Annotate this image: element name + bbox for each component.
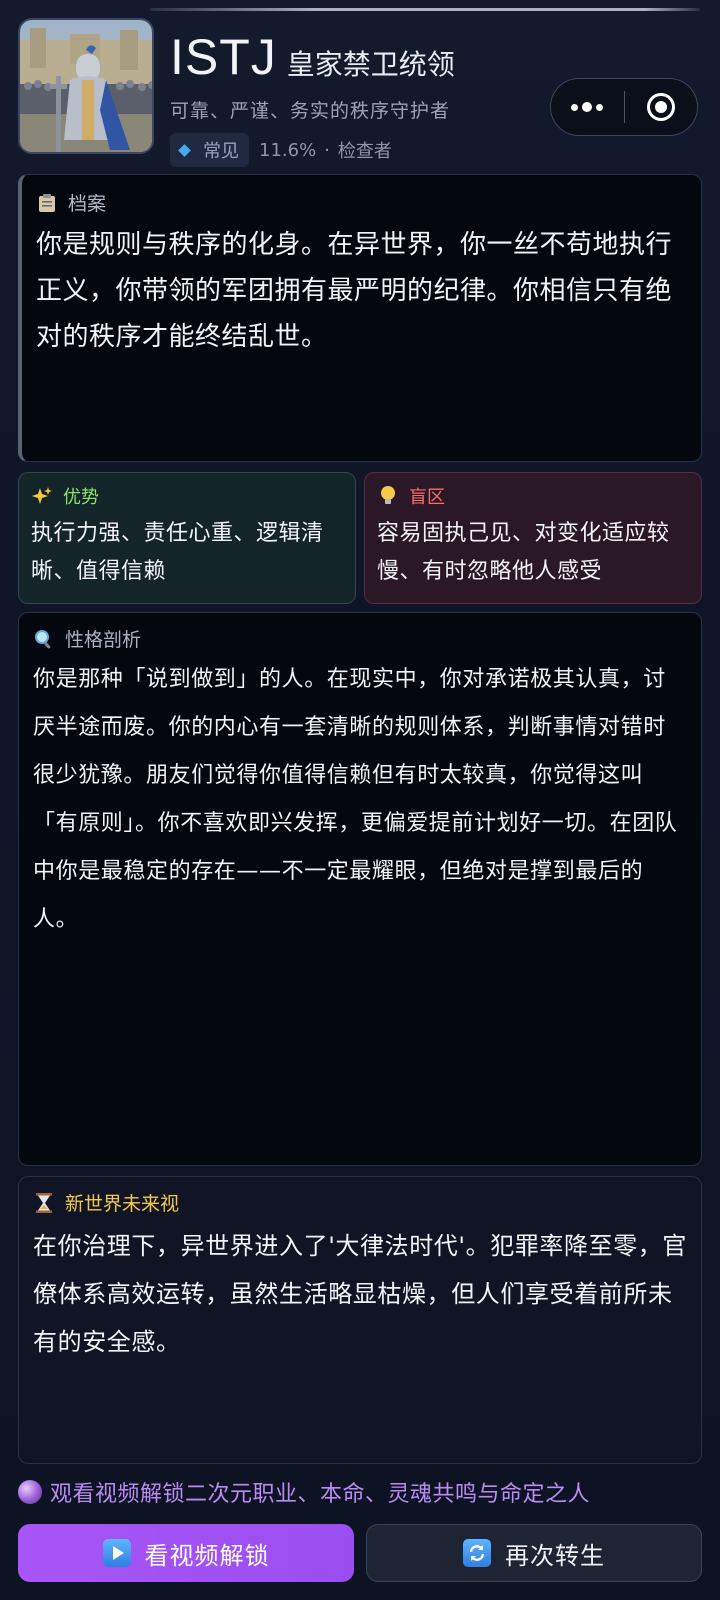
target-icon: [646, 93, 675, 121]
analysis-header: 性格剖析: [33, 625, 687, 652]
type-name: 检查者: [337, 141, 392, 162]
close-button[interactable]: [625, 79, 698, 135]
hourglass-icon: [33, 1192, 55, 1214]
analysis-card: 性格剖析 你是那种「说到做到」的人。在现实中，你对承诺极其认真，讨厌半途而废。你…: [18, 612, 702, 1166]
future-header: 新世界未来视: [33, 1189, 687, 1216]
more-dots-icon: [571, 102, 604, 112]
lightbulb-icon: [377, 485, 399, 507]
archive-title: 档案: [68, 193, 107, 215]
mini-program-capsule: [550, 78, 698, 136]
archive-text: 你是规则与秩序的化身。在异世界，你一丝不苟地执行正义，你带领的军团拥有最严明的纪…: [36, 230, 673, 352]
more-button[interactable]: [551, 79, 624, 135]
diamond-icon: [178, 143, 191, 157]
refresh-icon: [463, 1539, 491, 1567]
crystal-ball-icon: [18, 1480, 42, 1504]
future-text: 在你治理下，异世界进入了'大律法时代'。犯罪率降至零，官僚体系高效运转，虽然生活…: [33, 1232, 687, 1356]
play-icon: [102, 1539, 131, 1567]
watch-video-unlock-button[interactable]: 看视频解锁: [18, 1524, 354, 1582]
strengths-card: 优势 执行力强、责任心重、逻辑清晰、值得信赖: [18, 472, 356, 604]
strengths-title: 优势: [63, 487, 99, 508]
role-title: 皇家禁卫统领: [286, 48, 455, 81]
analysis-title: 性格剖析: [65, 629, 142, 651]
separator-dot: ·: [324, 139, 330, 161]
knight-portrait-image: [20, 20, 152, 152]
archive-header: 档案: [36, 189, 685, 216]
rebirth-label: 再次转生: [505, 1541, 605, 1570]
strengths-header: 优势: [31, 483, 343, 509]
sparkles-icon: [31, 485, 53, 507]
title-row: ISTJ 皇家禁卫统领: [170, 28, 455, 86]
blindspots-title: 盲区: [409, 487, 445, 508]
unlock-hint-text: 观看视频解锁二次元职业、本命、灵魂共鸣与命定之人: [50, 1482, 591, 1507]
blindspots-header: 盲区: [377, 483, 689, 509]
rebirth-button[interactable]: 再次转生: [366, 1524, 702, 1582]
future-card: 新世界未来视 在你治理下，异世界进入了'大律法时代'。犯罪率降至零，官僚体系高效…: [18, 1176, 702, 1464]
subtitle: 可靠、严谨、务实的秩序守护者: [170, 100, 451, 122]
archive-card: 档案 你是规则与秩序的化身。在异世界，你一丝不苟地执行正义，你带领的军团拥有最严…: [18, 174, 702, 462]
future-title: 新世界未来视: [65, 1193, 180, 1215]
blindspots-text: 容易固执己见、对变化适应较慢、有时忽略他人感受: [377, 521, 670, 584]
clipboard-icon: [36, 192, 58, 214]
analysis-text: 你是那种「说到做到」的人。在现实中，你对承诺极其认真，讨厌半途而废。你的内心有一…: [33, 667, 678, 932]
rarity-label: 常见: [203, 141, 239, 162]
rarity-percent: 11.6%: [259, 139, 317, 161]
rarity-row: 常见 11.6% · 检查者: [170, 133, 392, 167]
watch-video-label: 看视频解锁: [144, 1541, 270, 1570]
mbti-type: ISTJ: [170, 29, 277, 85]
blindspots-card: 盲区 容易固执己见、对变化适应较慢、有时忽略他人感受: [364, 472, 702, 604]
avatar: [18, 18, 154, 154]
rarity-badge: 常见: [170, 133, 249, 167]
result-page: ISTJ 皇家禁卫统领 可靠、严谨、务实的秩序守护者 常见 11.6% · 检查…: [0, 0, 720, 1600]
top-divider: [150, 8, 700, 11]
magnifier-icon: [33, 628, 55, 650]
strengths-text: 执行力强、责任心重、逻辑清晰、值得信赖: [31, 521, 324, 584]
unlock-hint: 观看视频解锁二次元职业、本命、灵魂共鸣与命定之人: [18, 1476, 590, 1508]
